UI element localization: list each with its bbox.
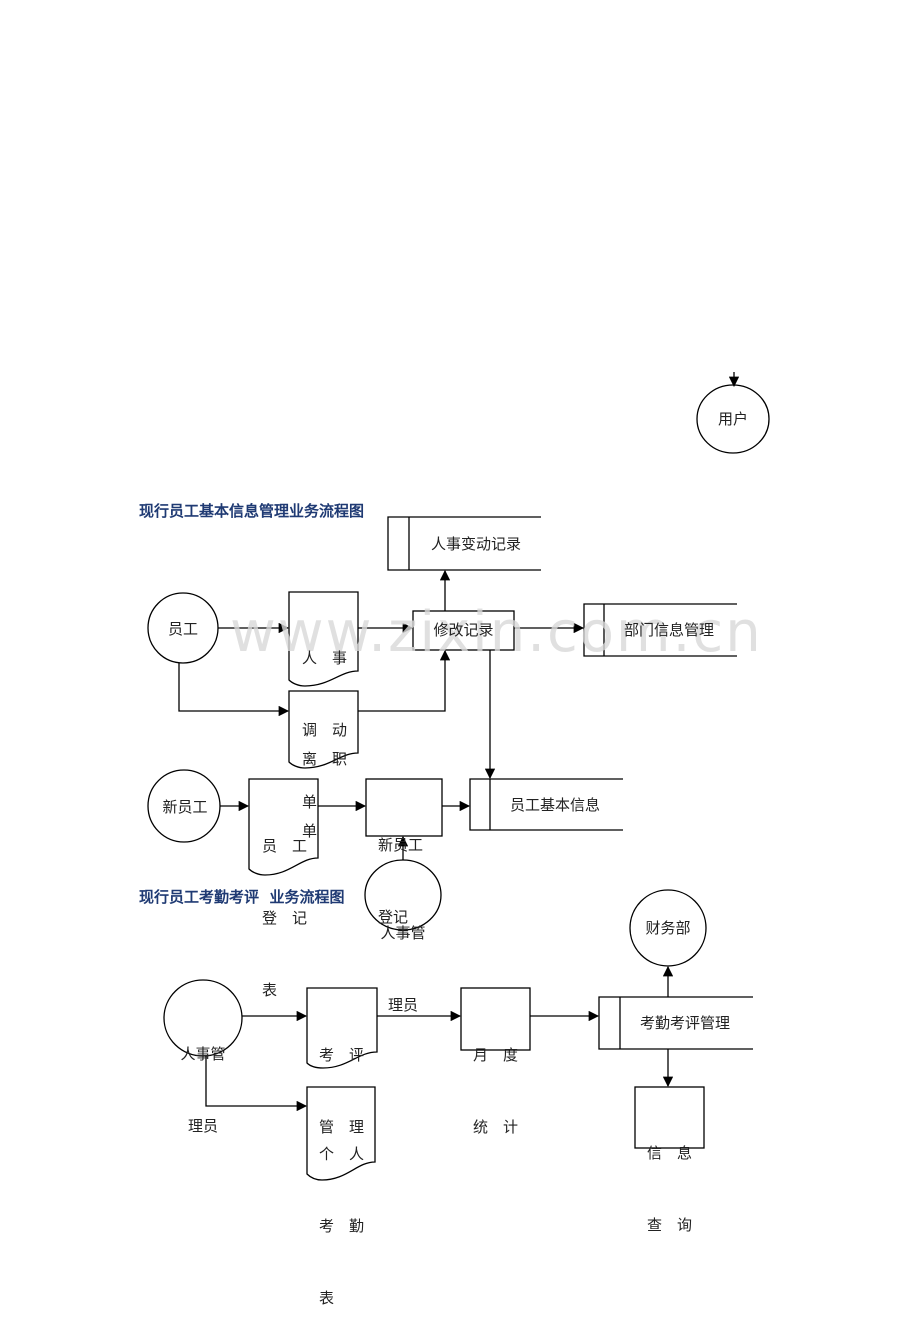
text-line: 表 xyxy=(262,981,278,999)
text-line: 表 xyxy=(319,1289,335,1307)
text-line: 考 评 xyxy=(319,1046,365,1064)
dept-info-mgmt-label: 部门信息管理 xyxy=(623,621,714,639)
text-line: 新员工 xyxy=(378,836,424,854)
new-employee-label: 新员工 xyxy=(162,798,208,816)
text-line: 单 xyxy=(302,822,318,840)
info-query-label: 信 息 查 询 xyxy=(647,1093,692,1261)
modify-record-label: 修改记录 xyxy=(433,621,494,639)
text-line: 个 人 xyxy=(319,1145,365,1163)
user-label: 用户 xyxy=(717,410,748,428)
text-line: 登 记 xyxy=(262,909,308,927)
text-line: 人事管 xyxy=(180,1045,226,1063)
employee-reg-form-label: 员 工 登 记 表 xyxy=(262,786,307,1026)
text-line: 统 计 xyxy=(473,1118,519,1136)
text-line: 考 勤 xyxy=(319,1217,365,1235)
text-line: 查 询 xyxy=(647,1216,693,1234)
diagram2-title: 现行员工考勤考评 业务流程图 xyxy=(139,888,345,906)
attendance-eval-mgmt-label: 考勤考评管理 xyxy=(639,1014,730,1032)
text-line: 人事管 xyxy=(380,924,426,942)
arrow-employee-to-resignation xyxy=(178,663,290,717)
text-line: 离 职 xyxy=(302,750,348,768)
monthly-stats-label: 月 度 统 计 xyxy=(473,995,518,1163)
finance-dept-label: 财务部 xyxy=(645,919,691,937)
employee-label: 员工 xyxy=(167,620,198,638)
text-line: 理员 xyxy=(187,1117,218,1135)
hr-admin-label-1: 人事管 理员 xyxy=(368,873,438,1041)
text-line: 人 事 xyxy=(302,649,348,667)
diagram1-title: 现行员工基本信息管理业务流程图 xyxy=(139,502,365,520)
resignation-form-label: 离 职 单 xyxy=(302,699,347,867)
text-line: 月 度 xyxy=(473,1046,519,1064)
hr-admin-label-2: 人事管 理员 xyxy=(168,994,238,1162)
personal-attendance-label: 个 人 考 勤 表 xyxy=(319,1094,364,1334)
text-line: 理员 xyxy=(387,996,418,1014)
personnel-change-record-label: 人事变动记录 xyxy=(430,535,521,553)
employee-basic-info-label: 员工基本信息 xyxy=(509,796,600,814)
text-line: 信 息 xyxy=(647,1144,693,1162)
text-line: 员 工 xyxy=(262,837,308,855)
